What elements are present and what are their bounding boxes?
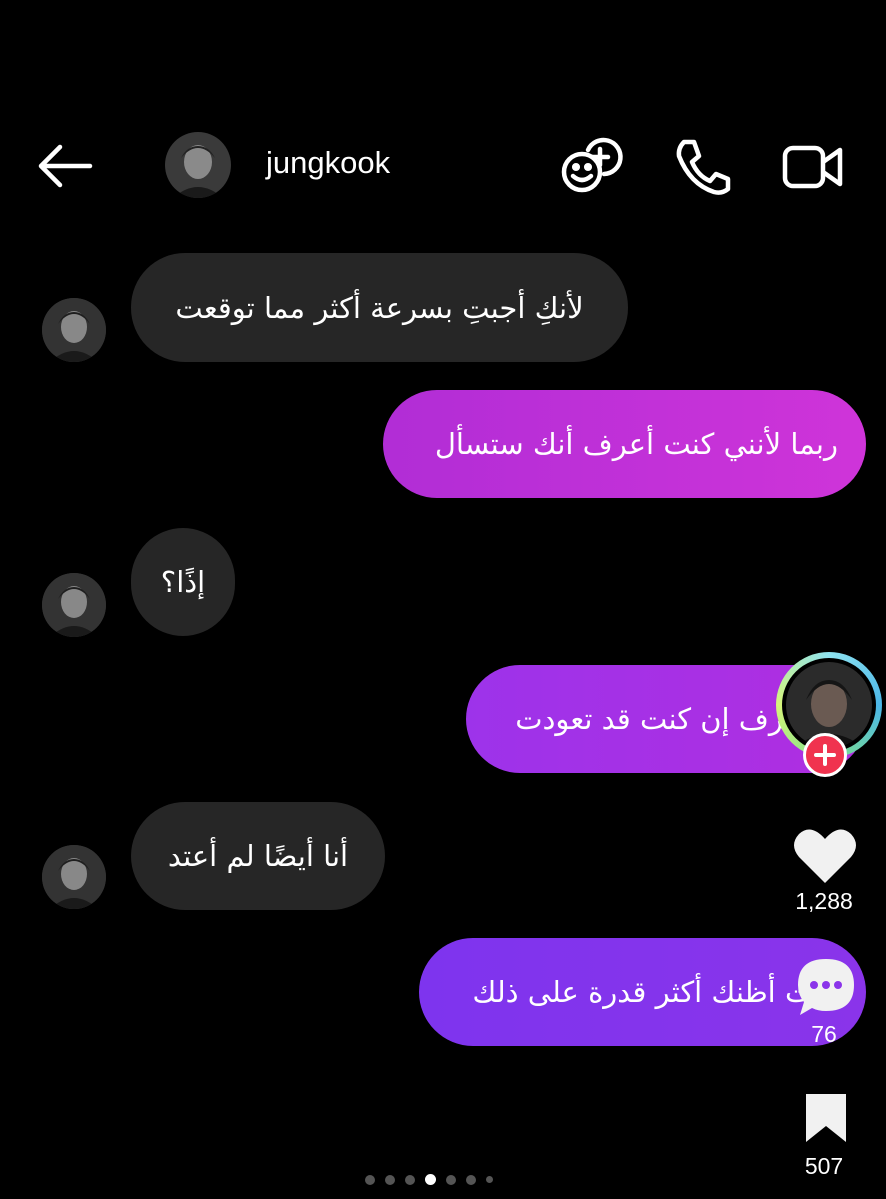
carousel-dot[interactable] xyxy=(486,1176,493,1183)
back-button[interactable] xyxy=(34,138,96,194)
comment-count: 76 xyxy=(811,1021,837,1047)
back-arrow-icon xyxy=(38,144,93,188)
carousel-dot[interactable] xyxy=(385,1174,395,1185)
sender-avatar[interactable] xyxy=(42,298,106,362)
like-button[interactable] xyxy=(791,825,859,885)
contact-name[interactable]: jungkook xyxy=(266,145,390,181)
message-bubble-incoming[interactable]: أنا أيضًا لم أعتد xyxy=(131,802,385,910)
phone-icon xyxy=(676,139,731,195)
message-text: ربما لأنني كنت أعرف أنك ستسأل xyxy=(434,427,838,461)
message-text: كنت أظنك أكثر قدرة على ذلك xyxy=(472,975,836,1009)
sender-avatar[interactable] xyxy=(42,845,106,909)
effects-add-icon xyxy=(561,137,623,193)
video-camera-icon xyxy=(782,145,843,189)
carousel-dot-active[interactable] xyxy=(425,1174,436,1185)
comment-button[interactable] xyxy=(794,955,858,1019)
carousel-dot[interactable] xyxy=(446,1174,456,1185)
effects-button[interactable] xyxy=(558,132,624,198)
comment-bubble-icon xyxy=(798,959,854,1015)
contact-avatar[interactable] xyxy=(165,132,231,198)
message-bubble-incoming[interactable]: إذًا؟ xyxy=(131,528,235,636)
sender-avatar[interactable] xyxy=(42,573,106,637)
message-bubble-outgoing[interactable]: ربما لأنني كنت أعرف أنك ستسأل xyxy=(383,390,866,498)
heart-icon xyxy=(794,829,856,883)
carousel-dot[interactable] xyxy=(365,1174,375,1185)
voice-call-button[interactable] xyxy=(670,134,736,200)
carousel-dot[interactable] xyxy=(466,1174,476,1185)
carousel-indicator xyxy=(365,1174,493,1185)
message-text: أنا أيضًا لم أعتد xyxy=(167,839,349,873)
video-call-button[interactable] xyxy=(780,134,846,200)
save-count: 507 xyxy=(804,1153,844,1179)
follow-button[interactable] xyxy=(803,733,847,777)
plus-icon xyxy=(814,744,836,766)
message-bubble-incoming[interactable]: لأنكِ أجبتِ بسرعة أكثر مما توقعت xyxy=(131,253,628,362)
save-button[interactable] xyxy=(802,1092,850,1144)
carousel-dot[interactable] xyxy=(405,1174,415,1185)
like-count: 1,288 xyxy=(795,888,853,914)
bookmark-icon xyxy=(806,1094,846,1142)
message-text: إذًا؟ xyxy=(160,565,206,599)
message-text: لأنكِ أجبتِ بسرعة أكثر مما توقعت xyxy=(175,290,584,325)
